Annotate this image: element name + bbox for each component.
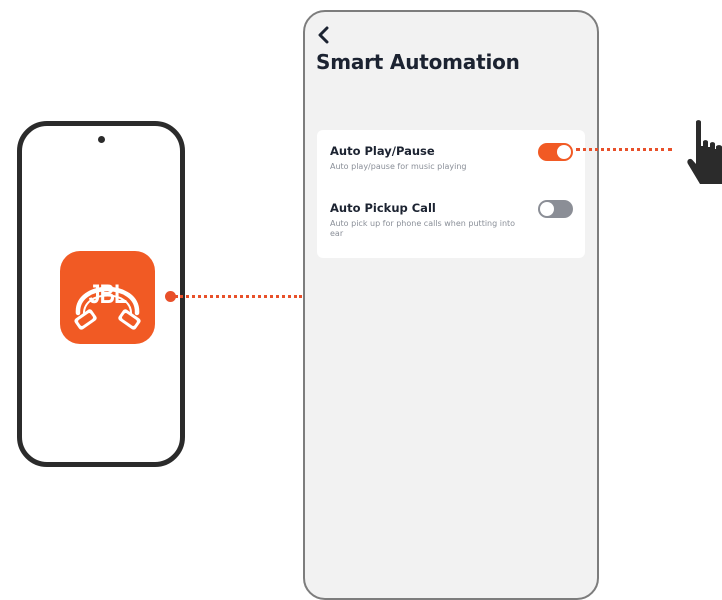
- settings-card: Auto Play/Pause Auto play/pause for musi…: [317, 130, 585, 258]
- setting-row-auto-pickup-call: Auto Pickup Call Auto pick up for phone …: [330, 200, 573, 239]
- setting-row-auto-play-pause: Auto Play/Pause Auto play/pause for musi…: [330, 143, 573, 172]
- front-camera: [97, 136, 105, 143]
- connector-line: [576, 148, 672, 151]
- setting-title: Auto Play/Pause: [330, 144, 435, 158]
- auto-play-pause-toggle[interactable]: [538, 143, 573, 161]
- jbl-logo-text: JBL: [88, 279, 127, 309]
- setting-description: Auto pick up for phone calls when puttin…: [330, 219, 516, 238]
- phone-app-screen: Smart Automation Auto Play/Pause Auto pl…: [303, 10, 599, 600]
- phone-home-screen: JBL: [17, 121, 185, 467]
- toggle-knob: [540, 202, 554, 216]
- auto-pickup-call-toggle[interactable]: [538, 200, 573, 218]
- connector-line: [175, 295, 302, 298]
- chevron-left-icon[interactable]: [316, 26, 332, 44]
- page-title: Smart Automation: [316, 50, 520, 74]
- setting-title: Auto Pickup Call: [330, 201, 436, 215]
- setting-description: Auto play/pause for music playing: [330, 162, 467, 171]
- hand-pointer-icon: [687, 120, 722, 184]
- jbl-headphones-app-icon[interactable]: JBL: [60, 251, 155, 344]
- toggle-knob: [557, 145, 571, 159]
